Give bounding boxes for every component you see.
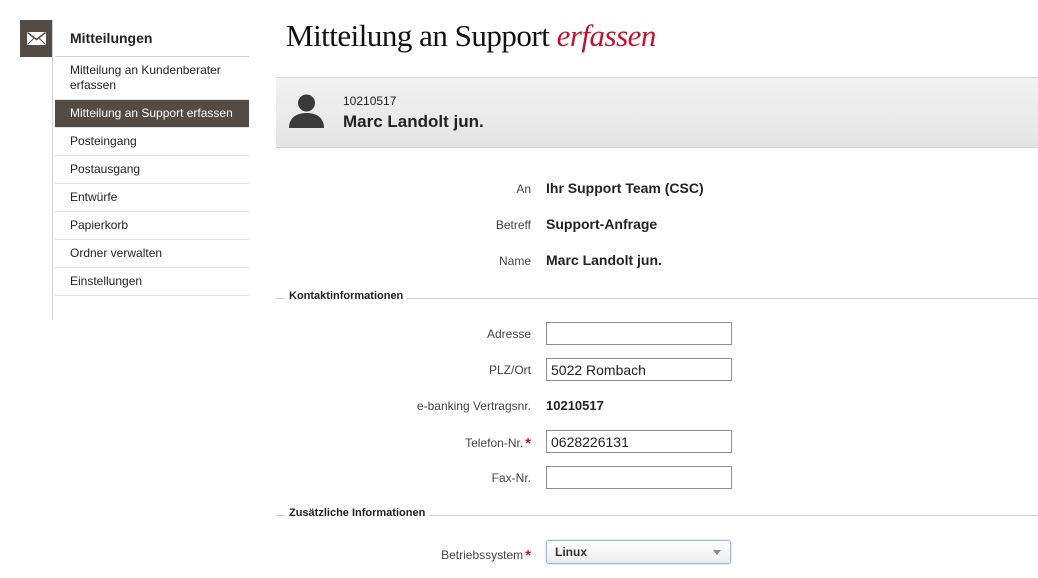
additional-section-divider: Zusätzliche Informationen [276,507,1038,519]
sidebar-item-drafts[interactable]: Entwürfe [55,184,249,212]
customer-profile-bar: 10210517 Marc Landolt jun. [276,77,1038,148]
sidebar-item-outbox[interactable]: Postausgang [55,156,249,184]
os-select[interactable]: Linux [546,540,731,564]
page-title: Mitteilung an Support erfassen [286,18,656,54]
additional-section-title: Zusätzliche Informationen [285,507,430,519]
phone-label-text: Telefon-Nr. [465,436,524,450]
zip-city-label: PLZ/Ort [488,363,531,377]
sidebar-item-settings[interactable]: Einstellungen [55,268,249,296]
sidebar-item-inbox[interactable]: Posteingang [55,128,249,156]
page-title-main: Mitteilung an Support [286,18,550,53]
fax-input[interactable] [546,466,732,489]
user-avatar-icon [288,94,325,133]
contact-section-title: Kontaktinformationen [285,290,408,302]
contract-number-label: e-banking Vertragsnr. [416,399,531,413]
required-marker: * [525,435,531,452]
name-value: Marc Landolt jun. [546,252,662,268]
os-label-text: Betriebssystem [441,548,524,562]
sidebar-divider [52,20,53,320]
to-value: Ihr Support Team (CSC) [546,180,704,196]
sidebar-item-support-message[interactable]: Mitteilung an Support erfassen [55,100,249,128]
required-marker: * [525,547,531,564]
name-label: Name [498,254,531,268]
to-label: An [516,182,531,196]
dropdown-arrow-icon [713,550,721,555]
sidebar-item-advisor-message[interactable]: Mitteilung an Kundenberater erfassen [55,57,249,100]
os-select-value: Linux [555,545,587,559]
contract-number-value: 10210517 [546,398,604,413]
sidebar-nav: Mitteilung an Kundenberater erfassen Mit… [55,57,249,296]
customer-number: 10210517 [343,94,397,108]
contact-section-divider: Kontaktinformationen [276,290,1038,302]
zip-city-input[interactable] [546,358,732,381]
page-title-accent: erfassen [556,18,657,53]
subject-label: Betreff [495,218,531,232]
sidebar-item-trash[interactable]: Papierkorb [55,212,249,240]
address-label: Adresse [486,327,531,341]
address-input[interactable] [546,322,732,345]
subject-value: Support-Anfrage [546,216,658,232]
sidebar-item-manage-folders[interactable]: Ordner verwalten [55,240,249,268]
os-label: Betriebssystem * [441,546,531,564]
fax-label: Fax-Nr. [491,471,531,485]
phone-input[interactable] [546,430,732,453]
mail-icon [20,20,53,57]
customer-name: Marc Landolt jun. [343,112,484,131]
phone-label: Telefon-Nr. * [465,434,531,452]
sidebar-title: Mitteilungen [55,20,249,57]
